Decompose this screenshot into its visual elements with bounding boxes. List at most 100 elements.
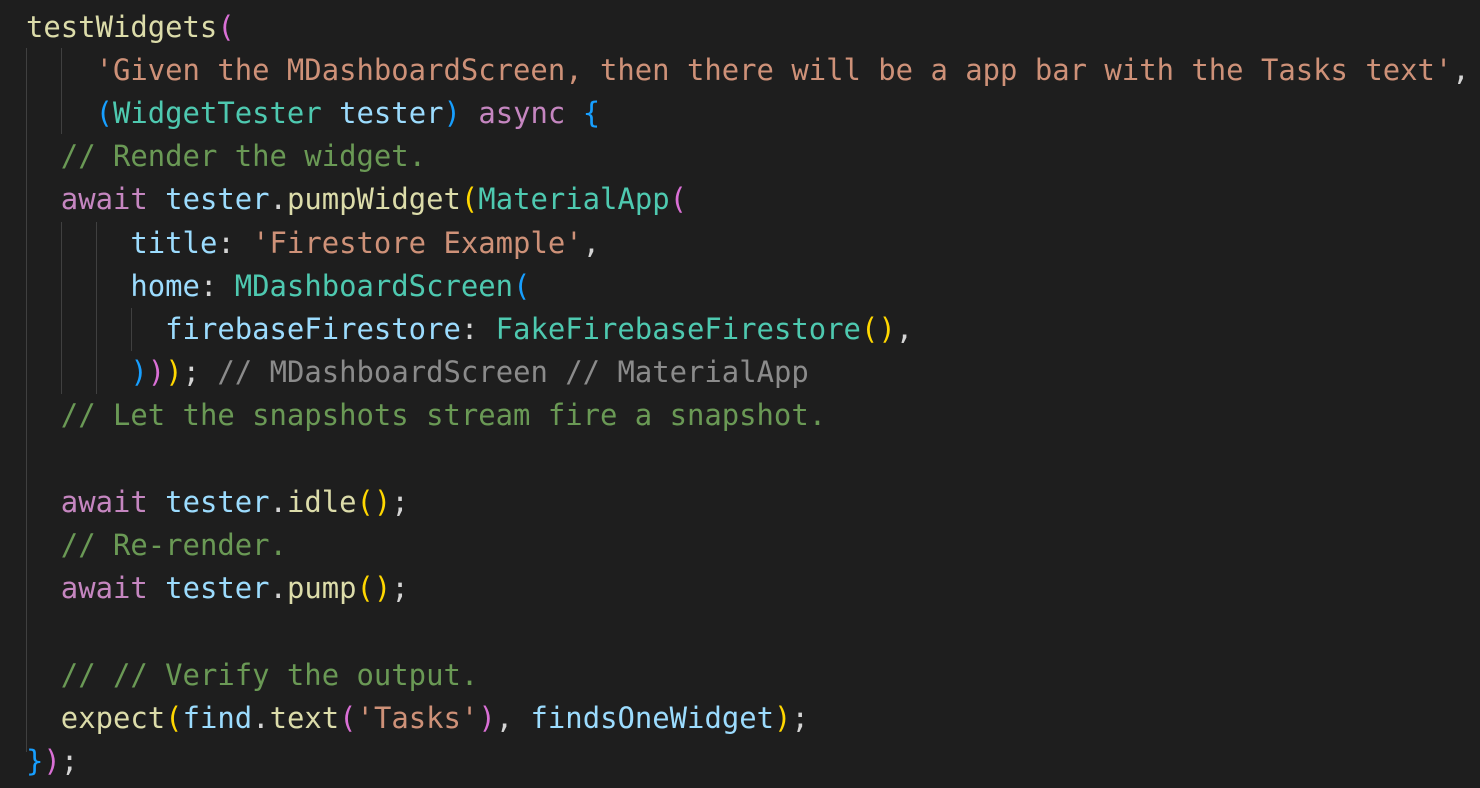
code-token: ( [95, 95, 113, 130]
code-token: tester [165, 571, 270, 606]
code-line: ))); // MDashboardScreen // MaterialApp [26, 351, 809, 394]
code-token: , [1452, 52, 1470, 87]
code-token: () [356, 484, 392, 519]
code-token: () [356, 571, 392, 606]
code-token: 'Given the MDashboardScreen, then there … [95, 52, 1453, 87]
code-token: // Re-render. [60, 527, 287, 562]
code-token: FakeFirebaseFirestore [495, 311, 861, 346]
code-token: await [60, 484, 148, 519]
code-token: WidgetTester [112, 95, 322, 130]
code-token: ( [217, 9, 235, 44]
code-token: ; [60, 743, 79, 778]
code-line: await tester.idle(); [26, 481, 409, 524]
code-token: tester [165, 182, 270, 217]
code-token: ; [391, 571, 409, 606]
code-token: await [60, 182, 148, 217]
code-token: pumpWidget [286, 182, 461, 217]
code-token: find [182, 700, 253, 735]
code-token: expect [60, 700, 166, 735]
code-token: ) [130, 355, 148, 390]
code-line: testWidgets( [26, 6, 235, 49]
code-token: idle [286, 484, 357, 519]
code-token: : [460, 311, 496, 346]
code-line: await tester.pumpWidget(MaterialApp( [26, 178, 687, 221]
code-token: : [217, 225, 253, 260]
code-editor[interactable]: testWidgets( 'Given the MDashboardScreen… [0, 0, 1480, 788]
code-token: ) [147, 355, 166, 390]
code-token: 'Firestore Example' [252, 225, 583, 260]
code-token: ( [513, 268, 531, 303]
code-line: title: 'Firestore Example', [26, 222, 600, 265]
code-line: // Let the snapshots stream fire a snaps… [26, 394, 826, 437]
code-token: testWidgets [26, 9, 218, 44]
code-line: home: MDashboardScreen( [26, 265, 530, 308]
code-token: // // Verify the output. [60, 657, 479, 692]
code-line: firebaseFirestore: FakeFirebaseFirestore… [26, 308, 913, 351]
code-token: ( [165, 700, 183, 735]
code-token: ) [43, 743, 61, 778]
code-token: await [60, 571, 148, 606]
code-token: ; [391, 484, 409, 519]
code-token: title [130, 225, 218, 260]
code-token: MDashboardScreen [234, 268, 514, 303]
code-token: ) [478, 700, 496, 735]
code-line: 'Given the MDashboardScreen, then there … [26, 49, 1470, 92]
code-token: , [895, 311, 914, 346]
code-token: ( [339, 700, 357, 735]
code-token: // Render the widget. [60, 139, 427, 174]
code-token: ( [460, 182, 479, 217]
code-token: : [199, 268, 235, 303]
code-token: tester [339, 95, 444, 130]
code-token: text [269, 700, 340, 735]
code-token: tester [165, 484, 270, 519]
code-token: 'Tasks' [356, 700, 479, 735]
code-line: // Re-render. [26, 524, 287, 567]
code-token: ) [774, 700, 792, 735]
code-token: () [860, 311, 896, 346]
code-token: home [130, 268, 200, 303]
code-token: findsOneWidget [530, 700, 775, 735]
code-token: { [582, 95, 601, 130]
code-token: . [269, 484, 287, 519]
code-token: ) [443, 95, 461, 130]
code-token: . [269, 571, 287, 606]
code-token: // MDashboardScreen // MaterialApp [217, 355, 809, 390]
code-token: , [582, 225, 601, 260]
code-token: pump [286, 571, 357, 606]
code-token: ; [791, 700, 809, 735]
code-token: MaterialApp [478, 182, 670, 217]
code-token: . [252, 700, 270, 735]
code-token: . [269, 182, 287, 217]
code-line: expect(find.text('Tasks'), findsOneWidge… [26, 697, 809, 740]
code-token: // Let the snapshots stream fire a snaps… [60, 398, 827, 433]
code-line: (WidgetTester tester) async { [26, 92, 601, 135]
code-token: } [26, 743, 44, 778]
code-line: // // Verify the output. [26, 654, 478, 697]
code-line: // Render the widget. [26, 135, 426, 178]
code-line: await tester.pump(); [26, 567, 409, 610]
code-token: async [478, 95, 566, 130]
code-token: , [495, 700, 531, 735]
code-token: ; [182, 355, 218, 390]
code-line: }); [26, 740, 78, 783]
